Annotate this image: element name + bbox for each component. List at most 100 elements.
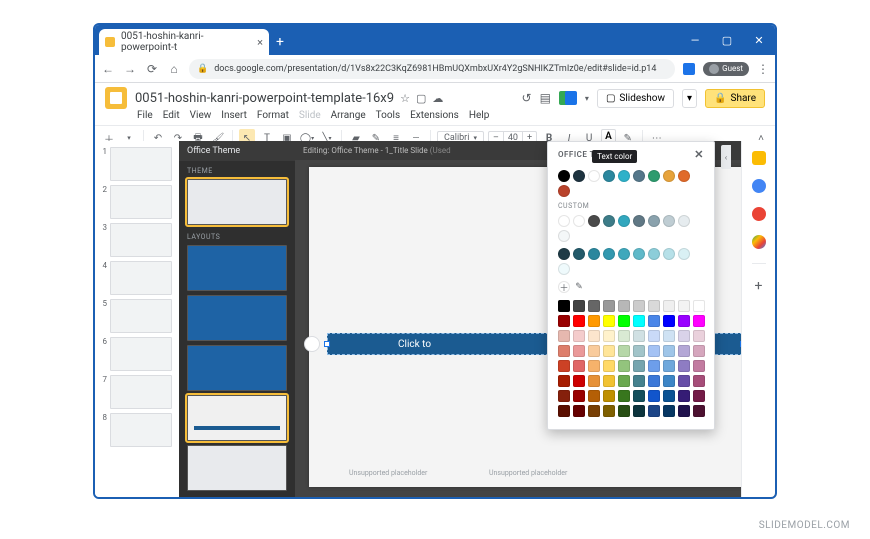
color-swatch[interactable]	[603, 405, 615, 417]
color-swatch[interactable]	[588, 360, 600, 372]
nav-forward-icon[interactable]: →	[123, 62, 137, 76]
color-swatch[interactable]	[633, 315, 645, 327]
color-swatch[interactable]	[663, 215, 675, 227]
filmstrip-slide[interactable]: 3	[95, 221, 179, 259]
color-swatch[interactable]	[588, 215, 600, 227]
window-close[interactable]: ✕	[743, 25, 775, 55]
color-swatch[interactable]	[618, 170, 630, 182]
menu-view[interactable]: View	[190, 110, 212, 121]
slideshow-dropdown[interactable]: ▾	[682, 89, 697, 108]
collapse-sidepanel-icon[interactable]: ‹	[721, 145, 731, 169]
color-swatch[interactable]	[618, 215, 630, 227]
color-swatch[interactable]	[618, 405, 630, 417]
color-swatch[interactable]	[603, 248, 615, 260]
color-swatch[interactable]	[663, 390, 675, 402]
color-swatch[interactable]	[603, 170, 615, 182]
color-swatch[interactable]	[648, 330, 660, 342]
menu-arrange[interactable]: Arrange	[331, 110, 366, 121]
layout-thumb[interactable]	[187, 445, 287, 491]
layout-thumb[interactable]	[187, 345, 287, 391]
color-swatch[interactable]	[588, 315, 600, 327]
menu-file[interactable]: File	[137, 110, 153, 121]
color-swatch[interactable]	[693, 405, 705, 417]
color-swatch[interactable]	[693, 390, 705, 402]
color-swatch[interactable]	[678, 360, 690, 372]
menu-edit[interactable]: Edit	[163, 110, 180, 121]
color-swatch[interactable]	[558, 170, 570, 182]
add-custom-color-button[interactable]: ＋	[558, 281, 570, 293]
color-swatch[interactable]	[603, 300, 615, 312]
color-swatch[interactable]	[618, 390, 630, 402]
color-swatch[interactable]	[663, 315, 675, 327]
color-swatch[interactable]	[633, 300, 645, 312]
color-swatch[interactable]	[588, 345, 600, 357]
color-swatch[interactable]	[603, 390, 615, 402]
color-swatch[interactable]	[588, 375, 600, 387]
nav-home-icon[interactable]: ⌂	[167, 62, 181, 76]
filmstrip[interactable]: 12345678	[95, 141, 179, 497]
chrome-menu-icon[interactable]: ⋮	[757, 62, 769, 76]
color-swatch[interactable]	[678, 170, 690, 182]
color-swatch[interactable]	[663, 170, 675, 182]
color-swatch[interactable]	[573, 345, 585, 357]
color-swatch[interactable]	[678, 345, 690, 357]
color-swatch[interactable]	[558, 375, 570, 387]
color-swatch[interactable]	[558, 345, 570, 357]
color-swatch[interactable]	[633, 170, 645, 182]
color-swatch[interactable]	[558, 300, 570, 312]
color-swatch[interactable]	[573, 215, 585, 227]
color-swatch[interactable]	[633, 360, 645, 372]
filmstrip-slide[interactable]: 6	[95, 335, 179, 373]
filmstrip-slide[interactable]: 1	[95, 145, 179, 183]
color-swatch[interactable]	[648, 315, 660, 327]
color-swatch[interactable]	[663, 248, 675, 260]
color-swatch[interactable]	[558, 248, 570, 260]
layout-thumb[interactable]	[187, 245, 287, 291]
doc-title[interactable]: 0051-hoshin-kanri-powerpoint-template-16…	[135, 91, 394, 106]
color-swatch[interactable]	[663, 345, 675, 357]
filmstrip-slide[interactable]: 8	[95, 411, 179, 449]
color-swatch[interactable]	[573, 248, 585, 260]
color-swatch[interactable]	[678, 215, 690, 227]
color-swatch[interactable]	[648, 360, 660, 372]
color-swatch[interactable]	[663, 300, 675, 312]
color-swatch[interactable]	[573, 330, 585, 342]
color-swatch[interactable]	[633, 375, 645, 387]
menu-insert[interactable]: Insert	[221, 110, 247, 121]
color-swatch[interactable]	[693, 315, 705, 327]
color-swatch[interactable]	[663, 360, 675, 372]
eyedropper-icon[interactable]: ✎	[573, 281, 585, 293]
color-swatch[interactable]	[573, 300, 585, 312]
filmstrip-slide[interactable]: 4	[95, 259, 179, 297]
share-button[interactable]: 🔒 Share	[705, 89, 765, 108]
star-icon[interactable]: ☆	[400, 92, 410, 105]
color-swatch[interactable]	[588, 390, 600, 402]
color-swatch[interactable]	[663, 405, 675, 417]
color-swatch[interactable]	[558, 230, 570, 242]
menu-format[interactable]: Format	[257, 110, 289, 121]
theme-master-thumb[interactable]	[187, 179, 287, 225]
color-swatch[interactable]	[648, 390, 660, 402]
color-swatch[interactable]	[633, 345, 645, 357]
color-swatch[interactable]	[678, 248, 690, 260]
filmstrip-slide[interactable]: 5	[95, 297, 179, 335]
color-swatch[interactable]	[573, 405, 585, 417]
color-swatch[interactable]	[693, 360, 705, 372]
color-swatch[interactable]	[603, 330, 615, 342]
meet-dropdown-icon[interactable]: ▾	[585, 94, 589, 103]
color-swatch[interactable]	[633, 405, 645, 417]
color-swatch[interactable]	[603, 315, 615, 327]
keep-icon[interactable]	[752, 151, 766, 165]
color-swatch[interactable]	[558, 215, 570, 227]
history-icon[interactable]: ↺	[522, 91, 532, 105]
new-tab-button[interactable]: +	[269, 29, 291, 55]
color-swatch[interactable]	[588, 330, 600, 342]
window-minimize[interactable]: —	[679, 25, 711, 55]
color-swatch[interactable]	[663, 375, 675, 387]
color-swatch[interactable]	[603, 375, 615, 387]
color-swatch[interactable]	[558, 263, 570, 275]
color-swatch[interactable]	[678, 405, 690, 417]
color-swatch[interactable]	[558, 360, 570, 372]
maps-icon[interactable]	[752, 235, 766, 249]
color-swatch[interactable]	[573, 390, 585, 402]
